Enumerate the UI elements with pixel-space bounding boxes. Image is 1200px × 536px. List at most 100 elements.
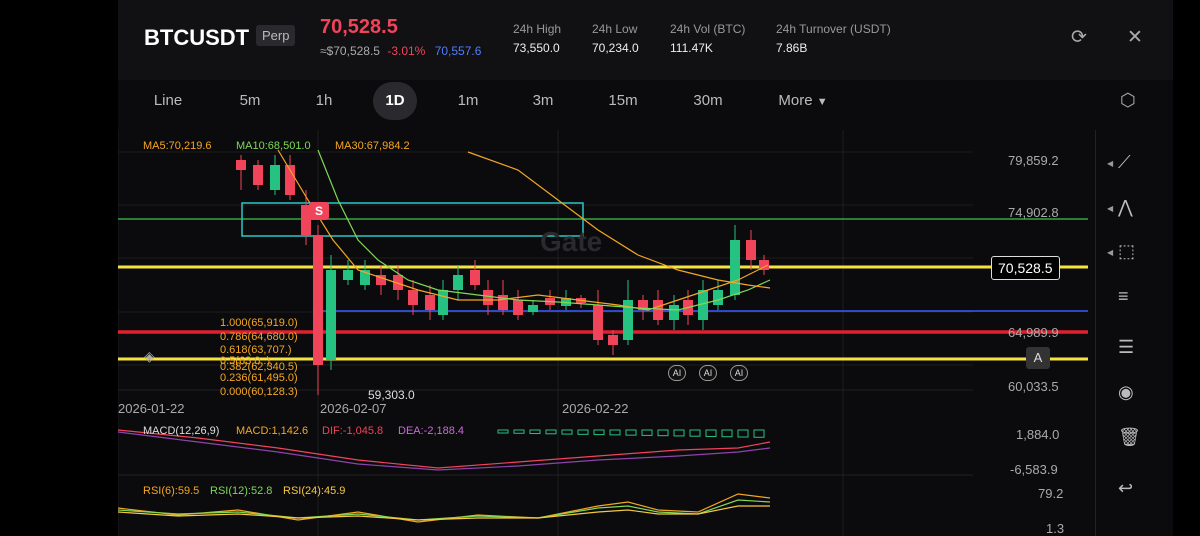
trend-line-icon[interactable]: ⟋ [1118,152,1131,173]
stat-label: 24h Vol (BTC) [670,22,746,36]
macd-axis-label: 1,884.0 [1016,427,1060,442]
trash-icon[interactable]: 🗑 [1118,427,1141,448]
gate-watermark: Gate [540,226,603,257]
symbol-title[interactable]: BTCUSDT [144,25,249,51]
tab-1m[interactable]: 1m [448,82,488,120]
candle-body [425,295,435,310]
rsi-axis-label: 79.2 [1038,486,1064,501]
undo-icon[interactable]: ↩ [1118,478,1133,499]
dif-value: DIF:-1,045.8 [322,425,384,437]
date-label: 2026-02-07 [320,401,387,416]
drawing-toolbar [1095,130,1173,536]
caret-down-icon: ▼ [816,96,828,108]
signal-flag[interactable]: S [309,202,329,220]
tab-line[interactable]: Line [148,82,188,120]
tab-1d[interactable]: 1D [373,82,417,120]
macd-hist-bar [625,429,637,436]
macd-hist-bar [593,429,605,436]
low-marker: 59,303.0 [368,388,415,402]
more-dropdown[interactable]: More ▼ [773,82,833,120]
tab-1h[interactable]: 1h [304,82,344,120]
mark-price: 70,557.6 [434,44,482,58]
candle-body [483,290,493,305]
candle-body [236,160,246,170]
expand-caret-icon[interactable]: ◀ [1107,204,1113,213]
candle-body [270,165,280,190]
macd-hist-bar [641,429,653,436]
macd-hist-bar [609,429,621,436]
change-percent: -3.01% [387,44,426,58]
shape-icon[interactable]: ⬚ [1118,241,1135,262]
candle-body [343,270,353,280]
usd-price: ≈$70,528.5 [320,44,380,58]
macd-hist-bar [561,429,573,435]
stat-value: 111.47K [670,41,713,55]
price-axis-label: 74,902.8 [1008,205,1059,220]
candle-body [313,235,323,365]
candle-body [453,275,463,290]
tab-3m[interactable]: 3m [523,82,563,120]
rsi12-label: RSI(12):52.8 [210,485,273,497]
rsi-axis-label: 1.3 [1046,521,1065,536]
fib-level: 0.236(61,495.0) [220,372,298,384]
timeframe-bar: Line 5m 1h 1D 1m 3m 15m 30m More ▼ [118,82,1173,122]
ma30-label: MA30:67,984.2 [335,140,410,152]
candle-body [669,305,679,320]
ai-badge[interactable]: AI [668,365,686,381]
stat-24h-vol: 24h Vol (BTC) 111.47K [670,22,745,55]
ai-badge[interactable]: AI [699,365,717,381]
tab-15m[interactable]: 15m [603,82,643,120]
stat-label: 24h High [513,22,562,36]
eye-icon[interactable]: ◉ [1118,382,1134,403]
stat-value: 70,234.0 [592,41,639,55]
candle-body [653,300,663,320]
macd-axis-label: -6,583.9 [1010,462,1058,477]
fib-tool-icon[interactable]: ≡ [1118,286,1129,307]
macd-hist-bar [497,429,509,434]
candle-body [730,240,740,295]
ma5-label: MA5:70,219.6 [143,140,212,152]
candle-body [593,305,603,340]
rsi6-label: RSI(6):59.5 [143,485,200,497]
macd-value: MACD:1,142.6 [236,425,309,437]
stat-label: 24h Turnover (USDT) [776,22,891,36]
visibility-toggle-icon[interactable]: ◈ [144,348,155,365]
close-icon[interactable]: ✕ [1127,26,1143,49]
indicator-icon[interactable]: ☰ [1118,337,1134,358]
sub-price-line: ≈$70,528.5 -3.01% 70,557.6 [320,44,481,58]
price-axis-label: 79,859.2 [1008,153,1059,168]
macd-hist-bar [689,429,701,437]
candle-body [326,270,336,360]
stat-label: 24h Low [592,22,638,36]
macd-hist-bar [529,429,541,435]
candle-body [253,165,263,185]
zigzag-icon[interactable]: ⋀ [1118,197,1133,218]
macd-hist-bar [657,429,669,437]
settings-icon[interactable]: ⬡ [1120,90,1136,111]
fib-level: 0.000(60,128.3) [220,386,298,398]
stat-value: 73,550.0 [513,41,560,55]
more-label: More [778,92,813,109]
tab-5m[interactable]: 5m [230,82,270,120]
fib-level: 1.000(65,919.0) [220,317,298,329]
stat-value: 7.86B [776,41,808,55]
auto-scale-button[interactable]: A [1026,347,1050,369]
candle-body [746,240,756,260]
price-axis-label: 60,033.5 [1008,379,1059,394]
candle-body [608,335,618,345]
ai-badge[interactable]: AI [730,365,748,381]
tab-30m[interactable]: 30m [688,82,728,120]
expand-caret-icon[interactable]: ◀ [1107,159,1113,168]
refresh-icon[interactable]: ⟳ [1071,26,1087,49]
current-price-tag: 70,528.5 [991,256,1060,280]
candle-body [713,290,723,305]
expand-caret-icon[interactable]: ◀ [1107,248,1113,257]
macd-hist-bar [721,429,733,438]
candle-body [408,290,418,305]
date-label: 2026-01-22 [118,401,185,416]
candle-body [528,305,538,312]
candle-body [470,270,480,285]
last-price: 70,528.5 [320,16,398,38]
rsi-pane [118,493,771,523]
stat-24h-low: 24h Low 70,234.0 [592,22,639,55]
